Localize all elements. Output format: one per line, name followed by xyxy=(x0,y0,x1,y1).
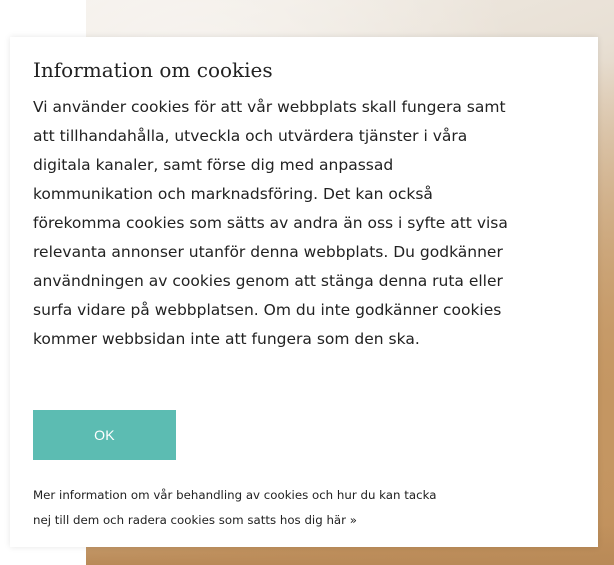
more-info-line: Mer information om vår behandling av coo… xyxy=(33,488,437,502)
description-line: Vi använder cookies för att vår webbplat… xyxy=(33,98,506,116)
description-line: relevanta annonser utanför denna webbpla… xyxy=(33,243,503,261)
more-info-link[interactable]: nej till dem och radera cookies som satt… xyxy=(33,508,593,533)
page: Information om cookies Vi använder cooki… xyxy=(0,0,614,565)
cookie-dialog: Information om cookies Vi använder cooki… xyxy=(10,37,598,547)
description-line: digitala kanaler, samt förse dig med anp… xyxy=(33,156,394,174)
dialog-title: Information om cookies xyxy=(33,58,273,82)
description-line: förekomma cookies som sätts av andra än … xyxy=(33,214,508,232)
more-info-text: Mer information om vår behandling av coo… xyxy=(33,483,593,533)
description-line: kommer webbsidan inte att fungera som de… xyxy=(33,330,420,348)
ok-button[interactable]: OK xyxy=(33,410,176,460)
cookie-description: Vi använder cookies för att vår webbplat… xyxy=(33,93,593,354)
description-line: surfa vidare på webbplatsen. Om du inte … xyxy=(33,301,502,319)
description-line: användningen av cookies genom att stänga… xyxy=(33,272,503,290)
description-line: kommunikation och marknadsföring. Det ka… xyxy=(33,185,433,203)
description-line: att tillhandahålla, utveckla och utvärde… xyxy=(33,127,468,145)
